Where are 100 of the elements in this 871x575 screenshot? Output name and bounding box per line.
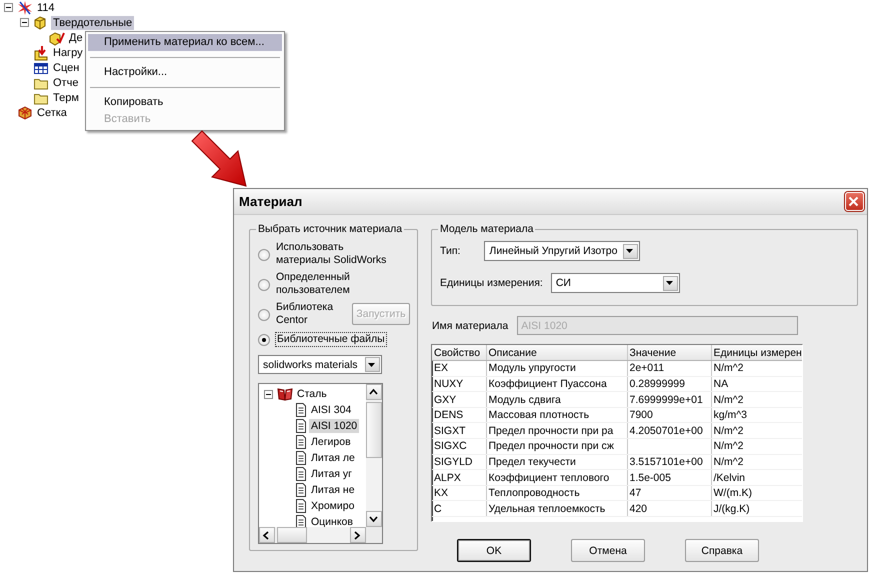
dialog-button[interactable]: OK bbox=[457, 539, 531, 562]
radio-button[interactable] bbox=[258, 249, 270, 261]
dialog-button[interactable]: Справка bbox=[685, 539, 759, 562]
radio-button[interactable] bbox=[258, 334, 270, 346]
document-icon bbox=[295, 515, 307, 527]
option-label[interactable]: Библиотека Centor bbox=[276, 301, 346, 327]
tree-item[interactable]: Легиров bbox=[309, 435, 353, 450]
table-cell: N/m^2 bbox=[711, 438, 802, 454]
option-label[interactable]: Определенный пользователем bbox=[276, 271, 401, 297]
tree-item[interactable]: 114 bbox=[35, 0, 57, 14]
scroll-up-button[interactable] bbox=[366, 384, 382, 400]
document-icon bbox=[295, 403, 307, 418]
collapse-icon[interactable] bbox=[20, 18, 29, 27]
table-cell: 7.6999999e+01 bbox=[627, 392, 711, 408]
table-cell: ALPX bbox=[432, 470, 486, 486]
collapse-icon[interactable] bbox=[264, 390, 273, 399]
scroll-down-button[interactable] bbox=[366, 511, 382, 527]
close-button[interactable] bbox=[845, 192, 864, 211]
table-cell: N/m^2 bbox=[711, 360, 802, 376]
menu-item[interactable]: Применить материал ко всем... bbox=[88, 34, 282, 51]
table-cell: GXY bbox=[432, 392, 486, 408]
table-cell: Удельная теплоемкость bbox=[486, 500, 627, 517]
table-cell: Теплопроводность bbox=[486, 485, 627, 501]
tree-item[interactable]: Де bbox=[67, 30, 85, 44]
group-title: Выбрать источник материала bbox=[257, 223, 404, 235]
column-header[interactable]: Свойство bbox=[432, 345, 486, 361]
table-cell: 7900 bbox=[627, 407, 711, 423]
horizontal-scrollbar[interactable] bbox=[259, 527, 366, 543]
table-cell: NA bbox=[711, 376, 802, 392]
tree-item[interactable]: Сцен bbox=[51, 60, 82, 74]
group-title: Модель материала bbox=[439, 223, 534, 235]
table-cell: W/(m.K) bbox=[711, 485, 802, 501]
table-cell: 0.28999999 bbox=[627, 376, 711, 392]
tree-item[interactable]: Литая уг bbox=[309, 467, 354, 482]
tree-item[interactable]: Твердотельные bbox=[51, 16, 134, 30]
tree-item[interactable]: Сетка bbox=[35, 106, 69, 120]
close-icon bbox=[848, 196, 859, 207]
table-cell: SIGYLD bbox=[432, 454, 486, 470]
tree-item[interactable]: Литая не bbox=[309, 483, 357, 498]
radio-button[interactable] bbox=[258, 309, 270, 321]
table-cell: J/(kg.K) bbox=[711, 500, 802, 517]
menu-item[interactable]: Настройки... bbox=[88, 64, 282, 81]
tree-item[interactable]: Отче bbox=[51, 76, 80, 90]
menu-item[interactable]: Копировать bbox=[88, 94, 282, 111]
table-cell: Предел прочности при ра bbox=[486, 422, 627, 439]
tree-item[interactable]: Нагру bbox=[51, 46, 85, 60]
tree-item[interactable]: AISI 304 bbox=[309, 403, 354, 418]
table-cell: N/m^2 bbox=[711, 422, 802, 439]
vertical-scrollbar[interactable] bbox=[366, 384, 382, 527]
option-label[interactable]: Использовать материалы SolidWorks bbox=[276, 241, 401, 267]
collapse-icon[interactable] bbox=[4, 3, 13, 12]
table-cell: EX bbox=[432, 360, 486, 376]
field-label: Тип: bbox=[440, 245, 460, 257]
radio-button[interactable] bbox=[258, 279, 270, 291]
mesh-icon bbox=[17, 104, 33, 120]
table-cell: 2e+011 bbox=[627, 360, 711, 376]
tree-item[interactable]: Литая ле bbox=[309, 451, 357, 466]
load-icon bbox=[33, 44, 49, 60]
library-dropdown[interactable]: solidworks materials bbox=[258, 355, 382, 374]
table-cell: SIGXC bbox=[432, 438, 486, 454]
column-header[interactable]: Единицы измерен bbox=[711, 345, 802, 361]
column-header[interactable]: Значение bbox=[627, 345, 711, 361]
scroll-right-button[interactable] bbox=[350, 527, 366, 543]
table-cell: N/m^2 bbox=[711, 392, 802, 408]
table-cell: Предел прочности при сж bbox=[486, 438, 627, 454]
document-icon bbox=[295, 435, 307, 450]
window-title: Материал bbox=[239, 194, 302, 209]
table-cell: DENS bbox=[432, 407, 486, 423]
dialog-button[interactable]: Отмена bbox=[571, 539, 645, 562]
tree-item[interactable]: AISI 1020 bbox=[309, 419, 360, 434]
book-icon bbox=[277, 386, 293, 402]
tree-item[interactable]: Терм bbox=[51, 90, 81, 104]
table-cell: 420 bbox=[627, 500, 711, 517]
document-icon bbox=[295, 499, 307, 514]
table-cell: SIGXT bbox=[432, 422, 486, 439]
field-label: Имя материала bbox=[432, 320, 508, 332]
table-cell: 47 bbox=[627, 485, 711, 501]
table-cell: 3.5157101e+00 bbox=[627, 454, 711, 470]
document-icon bbox=[295, 467, 307, 482]
column-header[interactable]: Описание bbox=[486, 345, 627, 361]
table-cell: Коэффициент теплового bbox=[486, 470, 627, 486]
option-label[interactable]: Библиотечные файлы bbox=[276, 333, 386, 346]
table-cell: 1.5e-005 bbox=[627, 470, 711, 486]
tree-item[interactable]: Оцинков bbox=[309, 515, 355, 527]
document-icon bbox=[295, 451, 307, 466]
type-dropdown[interactable]: Линейный Упругий Изотро bbox=[484, 241, 640, 261]
scroll-left-button[interactable] bbox=[259, 527, 275, 543]
tree-item[interactable]: Сталь bbox=[295, 387, 329, 402]
table-cell: C bbox=[432, 500, 486, 517]
document-icon bbox=[295, 419, 307, 434]
scrollbar-corner bbox=[366, 527, 382, 543]
table-cell: Коэффициент Пуассона bbox=[486, 376, 627, 392]
units-dropdown[interactable]: СИ bbox=[550, 273, 680, 293]
tree-item[interactable]: Хромиро bbox=[309, 499, 356, 514]
table-cell: Модуль сдвига bbox=[486, 392, 627, 408]
table-cell: NUXY bbox=[432, 376, 486, 392]
table-cell: KX bbox=[432, 485, 486, 501]
field-label: Единицы измерения: bbox=[440, 277, 543, 289]
table-cell: Массовая плотность bbox=[486, 407, 627, 423]
part-icon bbox=[49, 30, 65, 46]
